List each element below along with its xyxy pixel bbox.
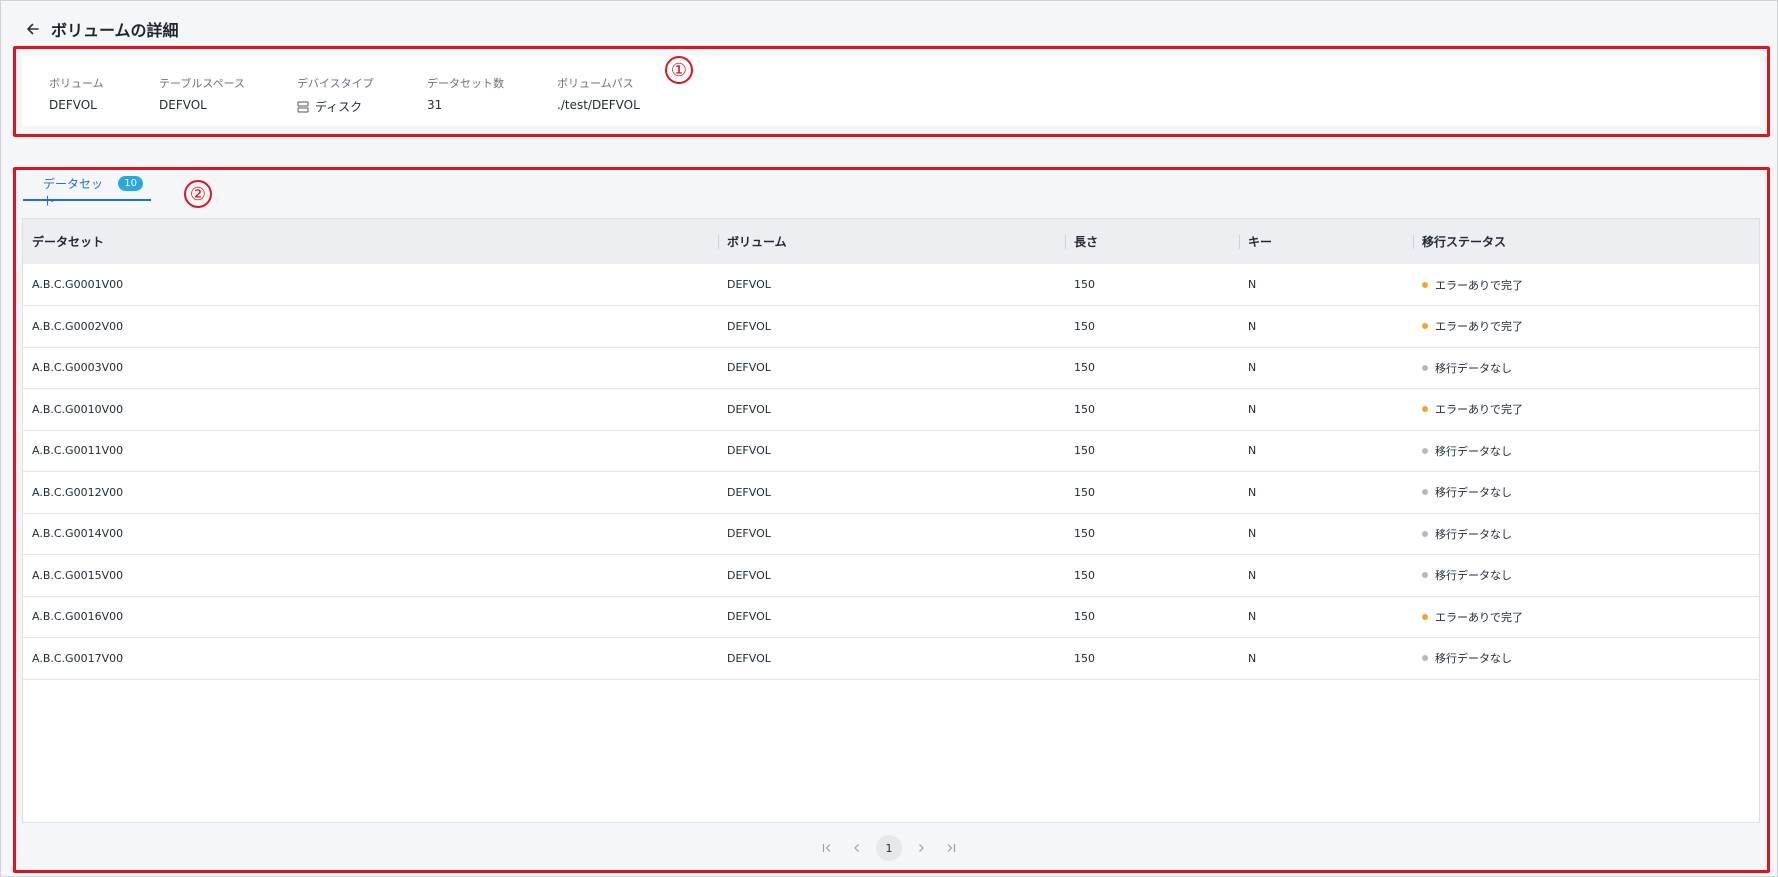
page-title: ボリュームの詳細 [51, 21, 179, 40]
annotation-box-details [13, 46, 1770, 137]
annotation-marker-1: ① [665, 56, 693, 84]
annotation-marker-2: ② [184, 180, 212, 208]
back-button[interactable] [23, 19, 43, 39]
arrow-left-icon [27, 23, 39, 35]
page-header: ボリュームの詳細 [23, 17, 179, 41]
annotation-box-datasets [13, 167, 1770, 873]
